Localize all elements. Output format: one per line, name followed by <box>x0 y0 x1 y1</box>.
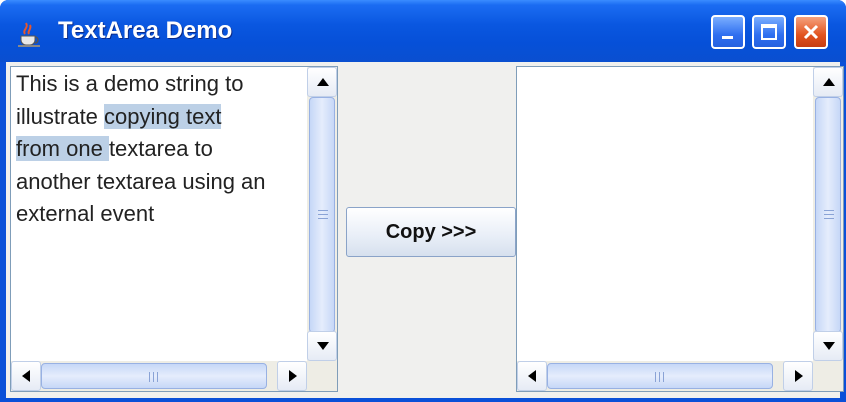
horizontal-scrollbar[interactable] <box>517 361 813 391</box>
minimize-icon <box>722 36 733 39</box>
text-line: another textarea using an <box>16 166 307 199</box>
scroll-corner <box>813 361 843 391</box>
text-line: from one textarea to <box>16 133 307 166</box>
grip-icon <box>824 210 834 219</box>
scroll-down-icon[interactable] <box>307 331 337 361</box>
close-icon <box>803 24 819 40</box>
java-cup-icon <box>18 22 40 47</box>
selected-text: copying text <box>104 103 222 129</box>
grip-icon <box>655 372 664 382</box>
content-panel: This is a demo string to illustrate copy… <box>6 62 844 398</box>
minimize-button[interactable] <box>711 15 745 49</box>
horizontal-scroll-thumb[interactable] <box>41 363 267 389</box>
selected-text: from one <box>16 136 109 161</box>
copy-button[interactable]: Copy >>> <box>346 207 516 257</box>
title-bar[interactable]: TextArea Demo <box>0 0 846 62</box>
scroll-up-icon[interactable] <box>307 67 337 97</box>
right-scroll-pane <box>516 66 844 392</box>
close-button[interactable] <box>794 15 828 49</box>
text-segment: external event <box>16 201 155 226</box>
app-window: TextArea Demo This is a demo string to i… <box>0 0 846 402</box>
scroll-right-icon[interactable] <box>783 361 813 391</box>
vertical-scrollbar[interactable] <box>813 67 843 361</box>
horizontal-scrollbar[interactable] <box>11 361 307 391</box>
source-textarea[interactable]: This is a demo string to illustrate copy… <box>11 67 307 361</box>
grip-icon <box>149 372 158 382</box>
text-segment: illustrate <box>16 103 105 129</box>
maximize-button[interactable] <box>752 15 786 49</box>
left-scroll-pane: This is a demo string to illustrate copy… <box>10 66 338 392</box>
vertical-scroll-thumb[interactable] <box>815 97 841 333</box>
scroll-up-icon[interactable] <box>813 67 843 97</box>
scroll-down-icon[interactable] <box>813 331 843 361</box>
maximize-icon <box>761 24 777 40</box>
target-textarea[interactable] <box>517 67 813 361</box>
text-line: external event <box>16 198 307 231</box>
scroll-right-icon[interactable] <box>277 361 307 391</box>
text-segment: This is a demo string to <box>16 71 244 96</box>
grip-icon <box>318 210 328 219</box>
vertical-scroll-thumb[interactable] <box>309 97 335 333</box>
scroll-left-icon[interactable] <box>11 361 41 391</box>
text-line: This is a demo string to <box>16 68 307 101</box>
horizontal-scroll-thumb[interactable] <box>547 363 773 389</box>
text-segment: another textarea using an <box>16 168 266 194</box>
scroll-left-icon[interactable] <box>517 361 547 391</box>
text-segment: textarea to <box>108 136 213 161</box>
window-title: TextArea Demo <box>58 17 233 44</box>
vertical-scrollbar[interactable] <box>307 67 337 361</box>
scroll-corner <box>307 361 337 391</box>
text-line: illustrate copying text <box>16 101 307 134</box>
